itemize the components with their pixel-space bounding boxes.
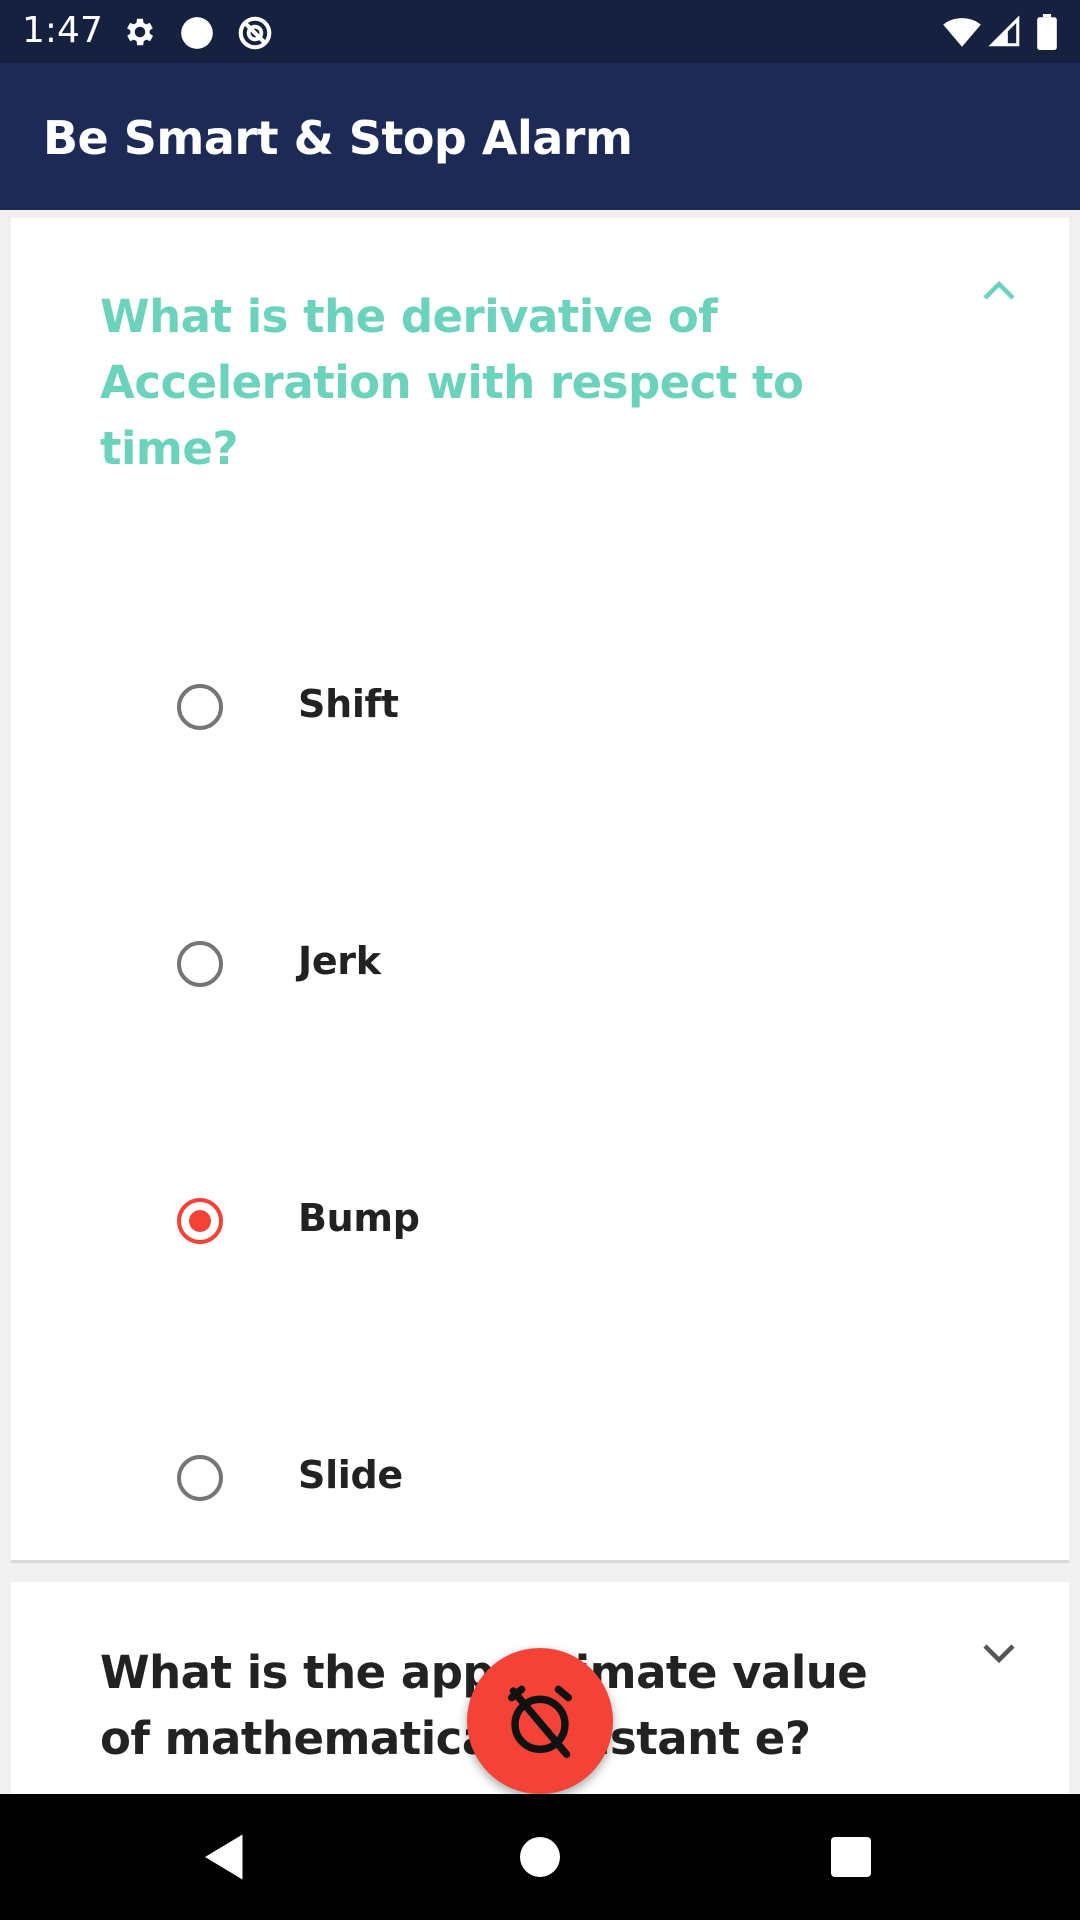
system-nav-bar (0, 1794, 1080, 1920)
app-bar: Be Smart & Stop Alarm (0, 63, 1080, 210)
stop-alarm-button[interactable] (467, 1648, 613, 1794)
option-slide[interactable]: Slide (166, 1431, 926, 1521)
radio-button[interactable] (177, 1455, 223, 1501)
radio-button-selected[interactable] (177, 1198, 223, 1244)
no-tracking-icon (236, 14, 274, 56)
settings-icon (122, 14, 158, 54)
option-label: Jerk (298, 939, 381, 983)
option-shift[interactable]: Shift (166, 660, 926, 750)
status-bar: 1:47 (0, 0, 1080, 63)
home-icon (520, 1837, 560, 1877)
option-label: Slide (298, 1453, 403, 1497)
back-icon (205, 1834, 243, 1880)
option-bump[interactable]: Bump (166, 1174, 926, 1264)
chevron-up-icon[interactable] (979, 276, 1019, 308)
circle-icon (178, 14, 216, 56)
option-label: Bump (298, 1196, 420, 1240)
question-card: What is the derivative of Acceleration w… (11, 218, 1069, 1563)
status-time: 1:47 (22, 10, 103, 51)
app-title: Be Smart & Stop Alarm (43, 111, 633, 165)
nav-recents-button[interactable] (776, 1794, 926, 1920)
nav-home-button[interactable] (465, 1794, 615, 1920)
recents-icon (831, 1837, 871, 1877)
radio-button[interactable] (177, 684, 223, 730)
nav-back-button[interactable] (150, 1794, 300, 1920)
question-text[interactable]: What is the derivative of Acceleration w… (100, 284, 880, 482)
question-list[interactable]: What is the derivative of Acceleration w… (0, 210, 1080, 1794)
chevron-down-icon[interactable] (979, 1640, 1019, 1672)
alarm-off-icon (508, 1685, 572, 1758)
battery-icon (1036, 14, 1058, 54)
radio-button[interactable] (177, 941, 223, 987)
option-jerk[interactable]: Jerk (166, 917, 926, 1007)
option-label: Shift (298, 682, 399, 726)
wifi-icon (942, 14, 982, 54)
signal-icon (988, 14, 1022, 54)
